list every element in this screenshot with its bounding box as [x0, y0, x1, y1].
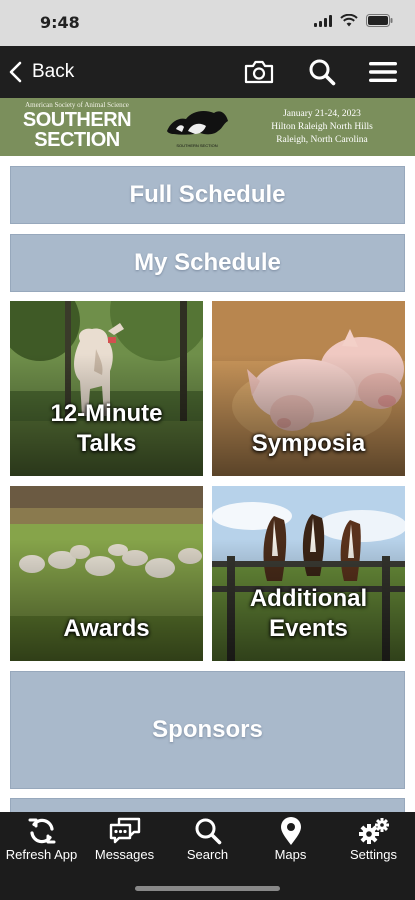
menu-button[interactable] — [366, 56, 400, 88]
tab-maps[interactable]: Maps — [249, 812, 332, 866]
gears-icon — [358, 818, 389, 844]
banner-organization: American Society of Animal Science — [25, 101, 129, 109]
refresh-icon — [28, 818, 55, 844]
my-schedule-button[interactable]: My Schedule — [10, 234, 405, 292]
messages-icon — [109, 817, 140, 844]
chevron-left-icon — [9, 61, 22, 83]
awards-tile-label: Awards — [63, 615, 150, 642]
logo-caption: SOUTHERN SECTION — [176, 143, 217, 148]
banner-event-info: January 21-24, 2023 Hilton Raleigh North… — [252, 108, 392, 147]
tab-refresh-app[interactable]: Refresh App — [0, 812, 83, 866]
tab-label: Search — [186, 847, 229, 862]
home-indicator[interactable] — [135, 886, 280, 891]
back-button[interactable]: Back — [8, 56, 74, 88]
map-pin-icon — [280, 817, 301, 845]
awards-tile[interactable]: Awards — [10, 486, 203, 661]
events-tile[interactable]: Additional Events — [212, 486, 405, 661]
events-tile-label: Additional Events — [249, 585, 368, 642]
battery-icon — [366, 14, 393, 27]
banner-title-line-2: SECTION — [34, 129, 120, 151]
talks-tile[interactable]: 12-Minute Talks — [10, 301, 203, 476]
event-dates: January 21-24, 2023 — [283, 109, 361, 119]
event-venue: Hilton Raleigh North Hills — [271, 122, 373, 132]
status-time: 9:48 — [40, 13, 80, 32]
navigation-bar: Back — [0, 46, 415, 98]
tab-label: Refresh App — [5, 847, 78, 862]
wifi-icon — [340, 14, 358, 27]
search-button[interactable] — [305, 56, 339, 88]
event-city: Raleigh, North Carolina — [276, 135, 368, 145]
symposia-tile-label: Symposia — [251, 430, 366, 457]
tab-messages[interactable]: Messages — [83, 812, 166, 866]
tab-settings[interactable]: Settings — [332, 812, 415, 866]
status-icons — [314, 14, 393, 27]
search-icon — [195, 818, 221, 845]
tab-label: Messages — [94, 847, 155, 862]
cellular-signal-icon — [314, 14, 332, 27]
talks-tile-label: 12-Minute Talks — [50, 400, 163, 457]
bottom-tab-bar: Refresh App Messages Search Maps Setting… — [0, 812, 415, 866]
status-bar: 9:48 — [0, 0, 415, 46]
banner-title: SOUTHERN SECTION — [8, 110, 146, 150]
symposia-tile[interactable]: Symposia — [212, 301, 405, 476]
event-banner: American Society of Animal Science SOUTH… — [0, 98, 415, 156]
full-schedule-button[interactable]: Full Schedule — [10, 166, 405, 224]
tab-search[interactable]: Search — [166, 812, 249, 866]
home-indicator-area — [0, 866, 415, 900]
sponsors-button[interactable]: Sponsors — [10, 671, 405, 789]
camera-icon — [244, 60, 274, 84]
animal-silhouettes-logo: SOUTHERN SECTION — [167, 111, 228, 148]
hamburger-menu-icon — [369, 62, 397, 82]
banner-title-line-1: SOUTHERN — [22, 109, 132, 131]
tab-label: Maps — [274, 847, 307, 862]
search-icon — [309, 59, 336, 86]
tab-label: Settings — [350, 847, 397, 862]
back-label: Back — [32, 61, 75, 82]
camera-button[interactable] — [242, 56, 276, 88]
